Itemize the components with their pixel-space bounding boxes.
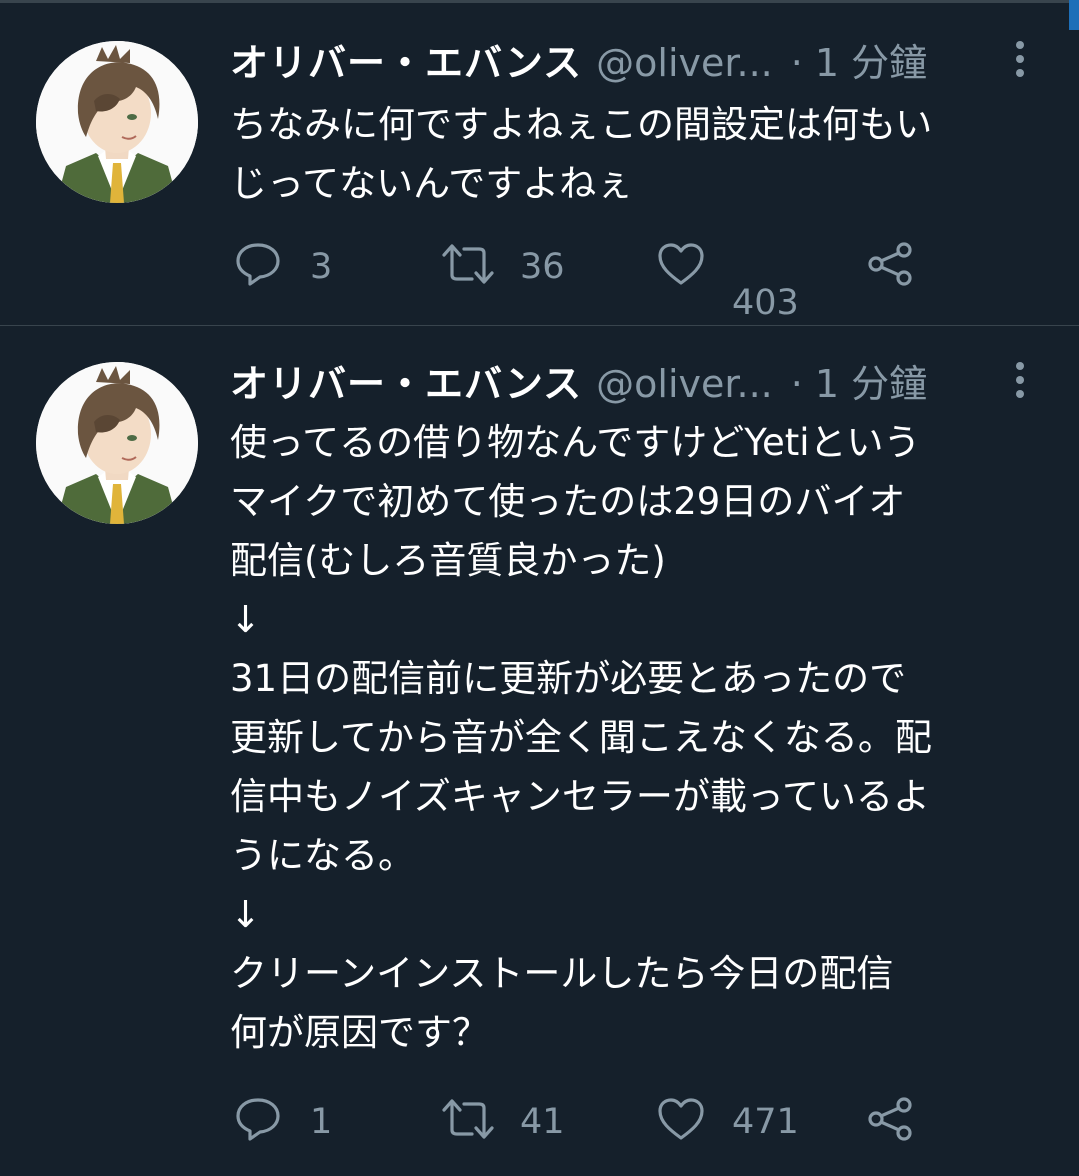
tweet-actions: 1 41 471 (0, 1090, 1079, 1150)
avatar-illustration (36, 41, 198, 203)
user-handle[interactable]: @oliver... (596, 38, 773, 88)
share-icon (868, 242, 912, 286)
tweet[interactable]: オリバー・エバンス @oliver... · 1 分鐘 使ってるの借り物なんですけど… (0, 326, 1079, 1176)
reply-icon (236, 1098, 280, 1141)
tweet-header: オリバー・エバンス @oliver... · 1 分鐘 (230, 359, 927, 409)
heart-icon (658, 1098, 704, 1140)
reply-icon (236, 243, 280, 286)
reply-count: 1 (310, 1102, 333, 1142)
reply-count: 3 (310, 247, 333, 287)
retweet-count: 36 (520, 247, 565, 287)
retweet-icon (442, 1099, 494, 1139)
avatar[interactable] (36, 41, 198, 203)
retweet-count: 41 (520, 1102, 565, 1142)
user-handle[interactable]: @oliver... (596, 359, 773, 409)
timestamp[interactable]: · 1 分鐘 (791, 362, 927, 406)
display-name[interactable]: オリバー・エバンス (230, 362, 582, 406)
retweet-icon (442, 244, 494, 284)
more-vertical-icon[interactable] (1008, 41, 1032, 81)
tweet-actions: 3 36 403 (0, 235, 1079, 323)
avatar[interactable] (36, 362, 198, 524)
display-name[interactable]: オリバー・エバンス (230, 41, 582, 85)
heart-icon (658, 243, 704, 285)
tweet-header: オリバー・エバンス @oliver... · 1 分鐘 (230, 38, 927, 88)
timestamp[interactable]: · 1 分鐘 (791, 41, 927, 85)
tweet[interactable]: オリバー・エバンス @oliver... · 1 分鐘 ちなみに何ですよねぇこの間設… (0, 3, 1079, 325)
tweet-text: 使ってるの借り物なんですけどYetiという マイクで初めて使ったのは29日のバイ… (230, 421, 932, 1054)
tweet-text: ちなみに何ですよねぇこの間設定は何もい じってないんですよねぇ (230, 103, 933, 205)
more-vertical-icon[interactable] (1008, 362, 1032, 402)
avatar-illustration (36, 362, 198, 524)
share-icon (868, 1097, 912, 1141)
like-count: 471 (732, 1102, 799, 1142)
like-count: 403 (732, 283, 799, 323)
